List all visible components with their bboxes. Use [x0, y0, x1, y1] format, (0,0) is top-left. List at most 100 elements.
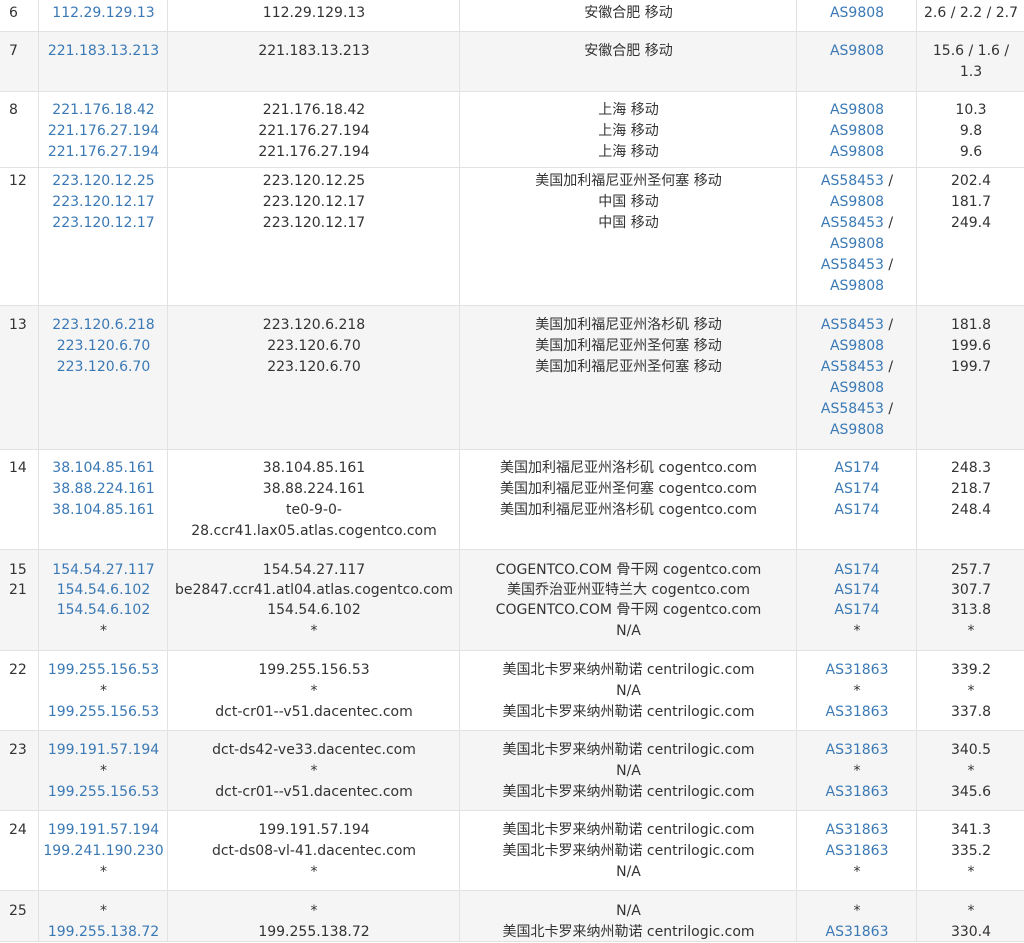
hostname: * [310, 622, 318, 639]
asn-link[interactable]: AS58453 [821, 257, 884, 273]
asn-entry: AS58453 / [797, 255, 917, 276]
table-row: 23 199.191.57.194 * 199.255.156.53 dct-ds42-… [0, 731, 1024, 811]
rtt-cell: 341.3 335.2 * [916, 811, 1024, 891]
asn-entry: AS9808 [797, 100, 917, 121]
asn-link[interactable]: AS9808 [830, 123, 884, 139]
ip-link[interactable]: 223.120.6.70 [39, 336, 168, 357]
hostname: 223.120.12.17 [262, 193, 366, 210]
asn-link[interactable]: AS174 [834, 602, 879, 618]
hop-cell: 6 [0, 0, 38, 32]
asn-entry: AS174 [797, 600, 917, 621]
hostname-cell: 38.104.85.161 38.88.224.161 te0-9-0- 28.ccr… [167, 450, 460, 550]
hostname: 223.120.6.218 [262, 316, 366, 333]
rtt-value: 339.2 [950, 661, 992, 678]
asn-link[interactable]: AS174 [834, 582, 879, 598]
asn-link[interactable]: AS31863 [826, 742, 889, 758]
asn-link[interactable]: AS31863 [826, 662, 889, 678]
ip-link[interactable]: 223.120.6.218 [39, 315, 168, 336]
asn-link[interactable]: AS9808 [830, 144, 884, 160]
rtt-value: * [967, 682, 975, 699]
hop-cell: 14 [0, 450, 38, 550]
ip-link[interactable]: 38.104.85.161 [39, 458, 168, 479]
asn-separator: / [883, 172, 894, 189]
asn-link[interactable]: AS58453 [821, 401, 884, 417]
location: N/A [616, 863, 641, 880]
ip-link[interactable]: 223.120.12.17 [39, 192, 168, 213]
location: 上海 移动 [598, 143, 659, 160]
asn-link[interactable]: AS9808 [830, 102, 884, 118]
asn-link[interactable]: AS9808 [830, 43, 884, 59]
asn-entry: AS58453 / [797, 213, 917, 234]
asn-link[interactable]: AS9808 [830, 338, 884, 354]
asn-link[interactable]: AS174 [834, 562, 879, 578]
asn-value: * [853, 622, 861, 639]
hostname-cell: 199.255.156.53 * dct-cr01--v51.dacentec.co… [167, 651, 460, 731]
ip-link[interactable]: 199.255.156.53 [39, 660, 168, 681]
ip-cell: 112.29.129.13 [38, 0, 168, 32]
location: 美国北卡罗来纳州勒诺 centrilogic.com [502, 783, 755, 800]
asn-link[interactable]: AS31863 [826, 924, 889, 940]
asn-link[interactable]: AS58453 [821, 317, 884, 333]
asn-link[interactable]: AS31863 [826, 822, 889, 838]
asn-link[interactable]: AS174 [834, 460, 879, 476]
rtt-value: 2.6 / 2.2 / 2.7 [923, 4, 1019, 21]
hostname-cell: 223.120.12.25 223.120.12.17 223.120.12.17 [167, 168, 460, 306]
hostname: 221.176.27.194 [258, 122, 370, 139]
location: 美国北卡罗来纳州勒诺 centrilogic.com [502, 842, 755, 859]
hop-cell: 24 [0, 811, 38, 891]
asn-link[interactable]: AS58453 [821, 215, 884, 231]
ip-link[interactable]: 221.176.18.42 [39, 100, 168, 121]
table-row: 13 223.120.6.218 223.120.6.70 223.120.6.70 2… [0, 306, 1024, 450]
hostname: 223.120.6.70 [267, 358, 361, 375]
ip-link[interactable]: 154.54.27.117 [39, 560, 168, 581]
ip-link[interactable]: 199.255.156.53 [39, 702, 168, 723]
ip-link[interactable]: 223.120.6.70 [39, 357, 168, 378]
location: 美国加利福尼亚州洛杉矶 cogentco.com [500, 501, 757, 518]
rtt-value: 337.8 [950, 703, 992, 720]
ip-link[interactable]: 199.255.138.72 [39, 922, 168, 943]
asn-link[interactable]: AS174 [834, 481, 879, 497]
asn-link[interactable]: AS9808 [830, 194, 884, 210]
ip-value: * [100, 762, 107, 779]
asn-link[interactable]: AS9808 [830, 5, 884, 21]
ip-link[interactable]: 112.29.129.13 [39, 3, 168, 24]
ip-link[interactable]: 154.54.6.102 [39, 600, 168, 621]
asn-link[interactable]: AS9808 [830, 422, 884, 438]
asn-entry: AS31863 [797, 841, 917, 862]
location: COGENTCO.COM 骨干网 cogentco.com [495, 561, 762, 578]
ip-cell: 38.104.85.161 38.88.224.161 38.104.85.161 [38, 450, 168, 550]
asn-link[interactable]: AS58453 [821, 359, 884, 375]
ip-link[interactable]: 221.176.27.194 [39, 121, 168, 142]
ip-link[interactable]: 199.191.57.194 [39, 820, 168, 841]
ip-link[interactable]: 38.104.85.161 [39, 500, 168, 521]
hostname-cell: 221.176.18.42 221.176.27.194 221.176.27.19… [167, 92, 460, 168]
hop-cell: 13 [0, 306, 38, 450]
asn-link[interactable]: AS31863 [826, 784, 889, 800]
table-row: 14 38.104.85.161 38.88.224.161 38.104.85.16… [0, 450, 1024, 550]
ip-link[interactable]: 199.241.190.230 [39, 841, 168, 862]
asn-separator: / [883, 316, 894, 333]
asn-link[interactable]: AS31863 [826, 704, 889, 720]
asn-link[interactable]: AS9808 [830, 380, 884, 396]
hostname: te0-9-0- [286, 501, 342, 518]
asn-link[interactable]: AS9808 [830, 278, 884, 294]
asn-link[interactable]: AS9808 [830, 236, 884, 252]
ip-link[interactable]: 199.255.156.53 [39, 782, 168, 803]
ip-cell: 199.255.156.53 * 199.255.156.53 [38, 651, 168, 731]
asn-cell: AS58453 /AS9808 AS58453 /AS9808 AS58453 /A… [796, 168, 917, 306]
ip-link[interactable]: 154.54.6.102 [39, 580, 168, 601]
asn-link[interactable]: AS31863 [826, 843, 889, 859]
ip-link[interactable]: 223.120.12.25 [39, 171, 168, 192]
ip-link[interactable]: 199.191.57.194 [39, 740, 168, 761]
rtt-value: * [967, 902, 975, 919]
ip-link[interactable]: 221.176.27.194 [39, 142, 168, 163]
ip-link[interactable]: 38.88.224.161 [39, 479, 168, 500]
asn-value: * [853, 863, 861, 880]
hop-cell: 15 21 [0, 550, 38, 651]
ip-link[interactable]: 223.120.12.17 [39, 213, 168, 234]
asn-link[interactable]: AS58453 [821, 173, 884, 189]
ip-link[interactable]: 221.183.13.213 [39, 41, 168, 62]
asn-link[interactable]: AS174 [834, 502, 879, 518]
location: 安徽合肥 移动 [584, 42, 673, 59]
location-cell: 美国加利福尼亚州洛杉矶 cogentco.com 美国加利福尼亚州圣何塞 coge… [459, 450, 797, 550]
